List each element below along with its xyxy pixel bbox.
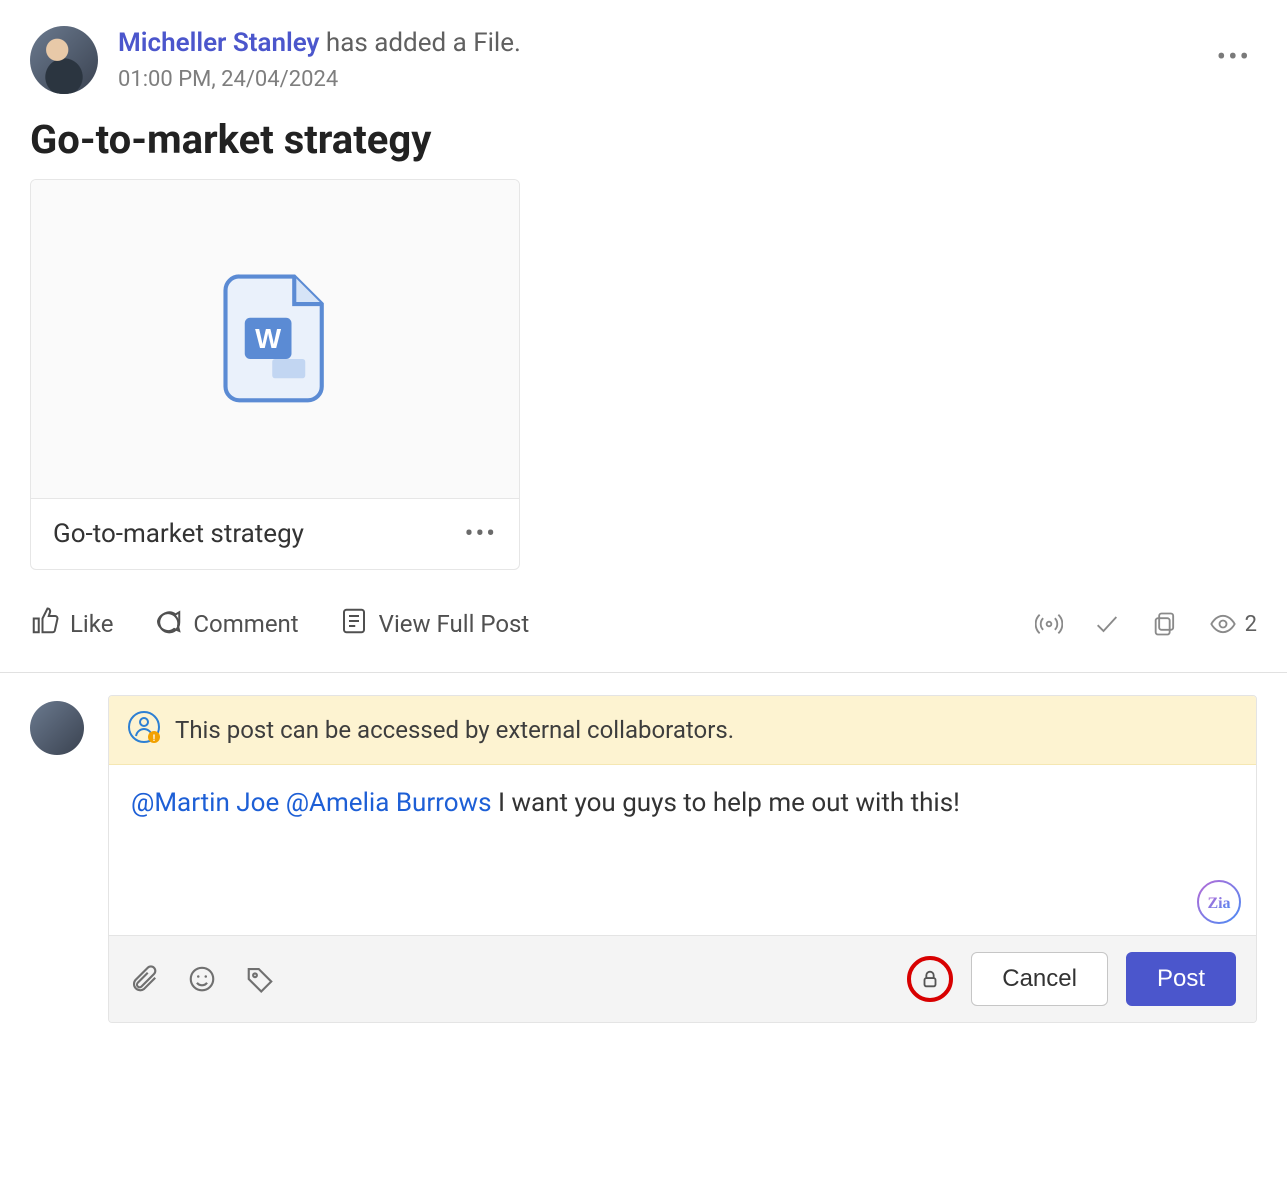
composer-text: @Martin Joe @Amelia Burrows I want you g… — [131, 785, 1234, 821]
external-user-icon: ! — [127, 710, 161, 750]
comment-label: Comment — [193, 610, 298, 638]
author-avatar[interactable] — [30, 26, 98, 94]
view-full-post-button[interactable]: View Full Post — [339, 606, 530, 642]
thumbs-up-icon — [30, 606, 60, 642]
file-preview: W — [31, 180, 519, 498]
view-full-post-label: View Full Post — [379, 610, 530, 638]
composer-message: I want you guys to help me out with this… — [498, 788, 960, 818]
word-doc-icon: W — [220, 271, 330, 407]
svg-text:Zia: Zia — [1207, 895, 1230, 912]
comment-button[interactable]: Comment — [153, 606, 298, 642]
post-heading: Go-to-market strategy — [30, 116, 1257, 163]
post-container: Micheller Stanley has added a File. 01:0… — [0, 0, 1287, 672]
external-access-notice: ! This post can be accessed by external … — [109, 696, 1256, 765]
composer-toolbar: Cancel Post — [109, 935, 1256, 1022]
svg-text:W: W — [255, 323, 281, 354]
like-label: Like — [70, 610, 113, 638]
broadcast-icon[interactable] — [1035, 610, 1063, 638]
checkmark-icon[interactable] — [1093, 610, 1121, 638]
like-button[interactable]: Like — [30, 606, 113, 642]
file-footer: Go-to-market strategy ••• — [31, 498, 519, 569]
copy-icon[interactable] — [1151, 610, 1179, 638]
tag-icon[interactable] — [245, 964, 275, 994]
composer-section: ! This post can be accessed by external … — [0, 673, 1287, 1053]
current-user-avatar[interactable] — [30, 701, 84, 755]
lock-icon — [919, 968, 941, 990]
post-icon — [339, 606, 369, 642]
file-card[interactable]: W Go-to-market strategy ••• — [30, 179, 520, 570]
composer: ! This post can be accessed by external … — [108, 695, 1257, 1023]
post-header-text: Micheller Stanley has added a File. 01:0… — [118, 26, 521, 92]
views-count[interactable]: 2 — [1209, 610, 1257, 638]
post-timestamp: 01:00 PM, 24/04/2024 — [118, 67, 521, 92]
zia-icon[interactable]: Zia — [1196, 879, 1242, 925]
mention-2[interactable]: @Amelia Burrows — [286, 788, 492, 818]
post-header: Micheller Stanley has added a File. 01:0… — [30, 26, 1257, 94]
file-name: Go-to-market strategy — [53, 519, 304, 549]
toolbar-right: Cancel Post — [907, 952, 1236, 1006]
post-button[interactable]: Post — [1126, 952, 1236, 1006]
post-more-icon[interactable]: ••• — [1217, 40, 1251, 73]
views-number: 2 — [1245, 612, 1257, 637]
author-name[interactable]: Micheller Stanley — [118, 28, 319, 58]
emoji-icon[interactable] — [187, 964, 217, 994]
file-more-icon[interactable]: ••• — [465, 519, 497, 549]
composer-body[interactable]: @Martin Joe @Amelia Burrows I want you g… — [109, 765, 1256, 935]
mention-1[interactable]: @Martin Joe — [131, 788, 279, 818]
action-bar-right: 2 — [1035, 610, 1257, 638]
svg-text:!: ! — [153, 734, 155, 744]
attachment-icon[interactable] — [129, 964, 159, 994]
action-bar: Like Comment View Full Post — [30, 606, 1257, 672]
post-action-text: has added a File. — [326, 28, 521, 58]
post-title-line: Micheller Stanley has added a File. — [118, 26, 521, 61]
comment-icon — [153, 606, 183, 642]
cancel-button[interactable]: Cancel — [971, 952, 1108, 1006]
eye-icon — [1209, 610, 1237, 638]
notice-text: This post can be accessed by external co… — [175, 716, 734, 744]
privacy-lock-button[interactable] — [907, 956, 953, 1002]
toolbar-left — [129, 964, 275, 994]
